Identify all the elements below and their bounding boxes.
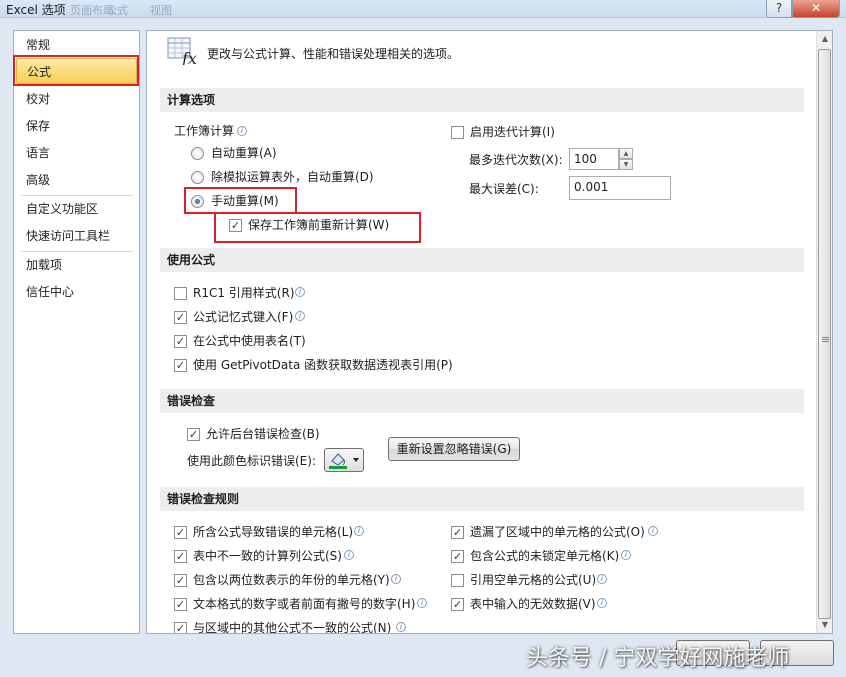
rule-text-numbers-label: 文本格式的数字或者前面有撇号的数字(H)	[193, 597, 416, 611]
checkbox-iterative[interactable]	[451, 126, 464, 139]
checkbox-r1c1[interactable]	[174, 287, 187, 300]
table-names-label: 在公式中使用表名(T)	[193, 334, 306, 348]
info-icon: i	[648, 526, 658, 536]
info-icon: i	[295, 311, 305, 321]
radio-automatic-except-tables-label: 除模拟运算表外，自动重算(D)	[211, 170, 374, 184]
radio-automatic-label: 自动重算(A)	[211, 146, 277, 160]
rule-two-digit-years-label: 包含以两位数表示的年份的单元格(Y)	[193, 573, 390, 587]
info-icon: i	[391, 574, 401, 584]
info-icon: i	[295, 287, 305, 297]
info-icon: i	[396, 622, 406, 632]
rule-error-cells-label: 所含公式导致错误的单元格(L)	[193, 525, 354, 539]
max-iterations-label: 最多迭代次数(X):	[469, 153, 563, 167]
checkbox-rule-invalid-data[interactable]: ✓	[451, 598, 464, 611]
checkbox-rule-text-numbers[interactable]: ✓	[174, 598, 187, 611]
help-button[interactable]: ?	[766, 0, 792, 18]
max-change-input[interactable]: 0.001	[569, 176, 671, 200]
iterative-label: 启用迭代计算(I)	[470, 125, 555, 139]
title-bar: Excel 选项 页面布局 公式 视图 ? ✕	[0, 0, 846, 18]
sidebar-item-customize-ribbon[interactable]: 自定义功能区	[14, 196, 139, 222]
options-content: fx 更改与公式计算、性能和错误处理相关的选项。 计算选项 工作簿计算 i 自动…	[146, 30, 833, 634]
formula-autocomplete-label: 公式记忆式键入(F)	[193, 310, 294, 324]
info-icon: i	[344, 550, 354, 560]
section-error-checking: 错误检查	[160, 389, 804, 413]
radio-automatic-except-tables[interactable]	[191, 171, 204, 184]
sidebar-item-proofing[interactable]: 校对	[14, 86, 139, 112]
checkbox-getpivotdata[interactable]: ✓	[174, 359, 187, 372]
checkbox-rule-inconsistent-column[interactable]: ✓	[174, 550, 187, 563]
background-error-checking-label: 允许后台错误检查(B)	[206, 427, 320, 441]
checkbox-rule-empty-cells[interactable]	[451, 574, 464, 587]
checkbox-rule-inconsistent-region[interactable]: ✓	[174, 622, 187, 633]
svg-text:fx: fx	[181, 49, 197, 65]
section-working-with-formulas: 使用公式	[160, 248, 804, 272]
sidebar-item-save[interactable]: 保存	[14, 113, 139, 139]
checkbox-rule-error-cells[interactable]: ✓	[174, 526, 187, 539]
rule-empty-cells-label: 引用空单元格的公式(U)	[470, 573, 597, 587]
checkbox-table-names[interactable]: ✓	[174, 335, 187, 348]
ghost-tab-3: 视图	[150, 4, 172, 17]
highlight-recalc-before-save	[214, 212, 421, 243]
watermark-text: 头条号 / 宁双学好网施老师	[526, 646, 790, 671]
header-description: 更改与公式计算、性能和错误处理相关的选项。	[207, 47, 460, 61]
close-button[interactable]: ✕	[792, 0, 840, 18]
max-change-label: 最大误差(C):	[469, 182, 539, 196]
ghost-tab-2: 公式	[106, 4, 128, 17]
reset-ignored-errors-button[interactable]: 重新设置忽略错误(G)	[388, 437, 520, 461]
rule-omit-cells-label: 遗漏了区域中的单元格的公式(O)	[470, 525, 645, 539]
max-iterations-input[interactable]: 100	[569, 148, 619, 170]
sidebar-item-quick-access-toolbar[interactable]: 快速访问工具栏	[14, 223, 139, 249]
rule-inconsistent-region-label: 与区域中的其他公式不一致的公式(N)	[193, 621, 392, 634]
info-icon: i	[597, 574, 607, 584]
window-title: Excel 选项	[6, 3, 66, 17]
highlight-manual	[184, 187, 297, 214]
paint-bucket-icon	[329, 453, 359, 469]
rule-invalid-data-label: 表中输入的无效数据(V)	[470, 597, 596, 611]
rule-unlocked-formulas-label: 包含公式的未锁定单元格(K)	[470, 549, 620, 563]
vertical-scrollbar[interactable]: ▲ ▼	[816, 31, 832, 633]
info-icon: i	[621, 550, 631, 560]
checkbox-formula-autocomplete[interactable]: ✓	[174, 311, 187, 324]
formula-fx-icon: fx	[167, 37, 197, 65]
sidebar-item-advanced[interactable]: 高级	[14, 167, 139, 193]
section-calculation-options: 计算选项	[160, 88, 804, 112]
scroll-down-icon[interactable]: ▼	[818, 617, 832, 633]
getpivotdata-label: 使用 GetPivotData 函数获取数据透视表引用(P)	[193, 358, 453, 372]
info-icon: i	[417, 598, 427, 608]
scroll-up-icon[interactable]: ▲	[818, 31, 832, 47]
section-error-checking-rules: 错误检查规则	[160, 487, 804, 511]
workbook-calc-label: 工作簿计算	[174, 124, 235, 138]
spin-up-icon[interactable]: ▲	[619, 148, 633, 159]
scroll-grip-icon	[822, 337, 829, 343]
checkbox-rule-unlocked-formulas[interactable]: ✓	[451, 550, 464, 563]
max-iterations-spinner[interactable]: ▲ ▼	[619, 148, 633, 170]
info-icon: i	[237, 126, 247, 136]
highlight-formulas-tab	[13, 55, 139, 86]
r1c1-label: R1C1 引用样式(R)	[193, 286, 295, 300]
info-icon: i	[354, 526, 364, 536]
radio-automatic[interactable]	[191, 147, 204, 160]
sidebar-item-addins[interactable]: 加载项	[14, 252, 139, 278]
info-icon: i	[597, 598, 607, 608]
rule-inconsistent-column-label: 表中不一致的计算列公式(S)	[193, 549, 342, 563]
error-color-label: 使用此颜色标识错误(E):	[187, 454, 316, 468]
checkbox-rule-omit-cells[interactable]: ✓	[451, 526, 464, 539]
checkbox-rule-two-digit-years[interactable]: ✓	[174, 574, 187, 587]
scrollbar-thumb[interactable]	[818, 49, 831, 619]
sidebar-item-trust-center[interactable]: 信任中心	[14, 279, 139, 305]
spin-down-icon[interactable]: ▼	[619, 159, 633, 170]
sidebar-item-language[interactable]: 语言	[14, 140, 139, 166]
options-sidebar: 常规 公式 校对 保存 语言 高级 自定义功能区 快速访问工具栏 加载项 信任中…	[13, 30, 140, 634]
error-color-picker[interactable]	[324, 448, 364, 472]
checkbox-background-error-checking[interactable]: ✓	[187, 428, 200, 441]
